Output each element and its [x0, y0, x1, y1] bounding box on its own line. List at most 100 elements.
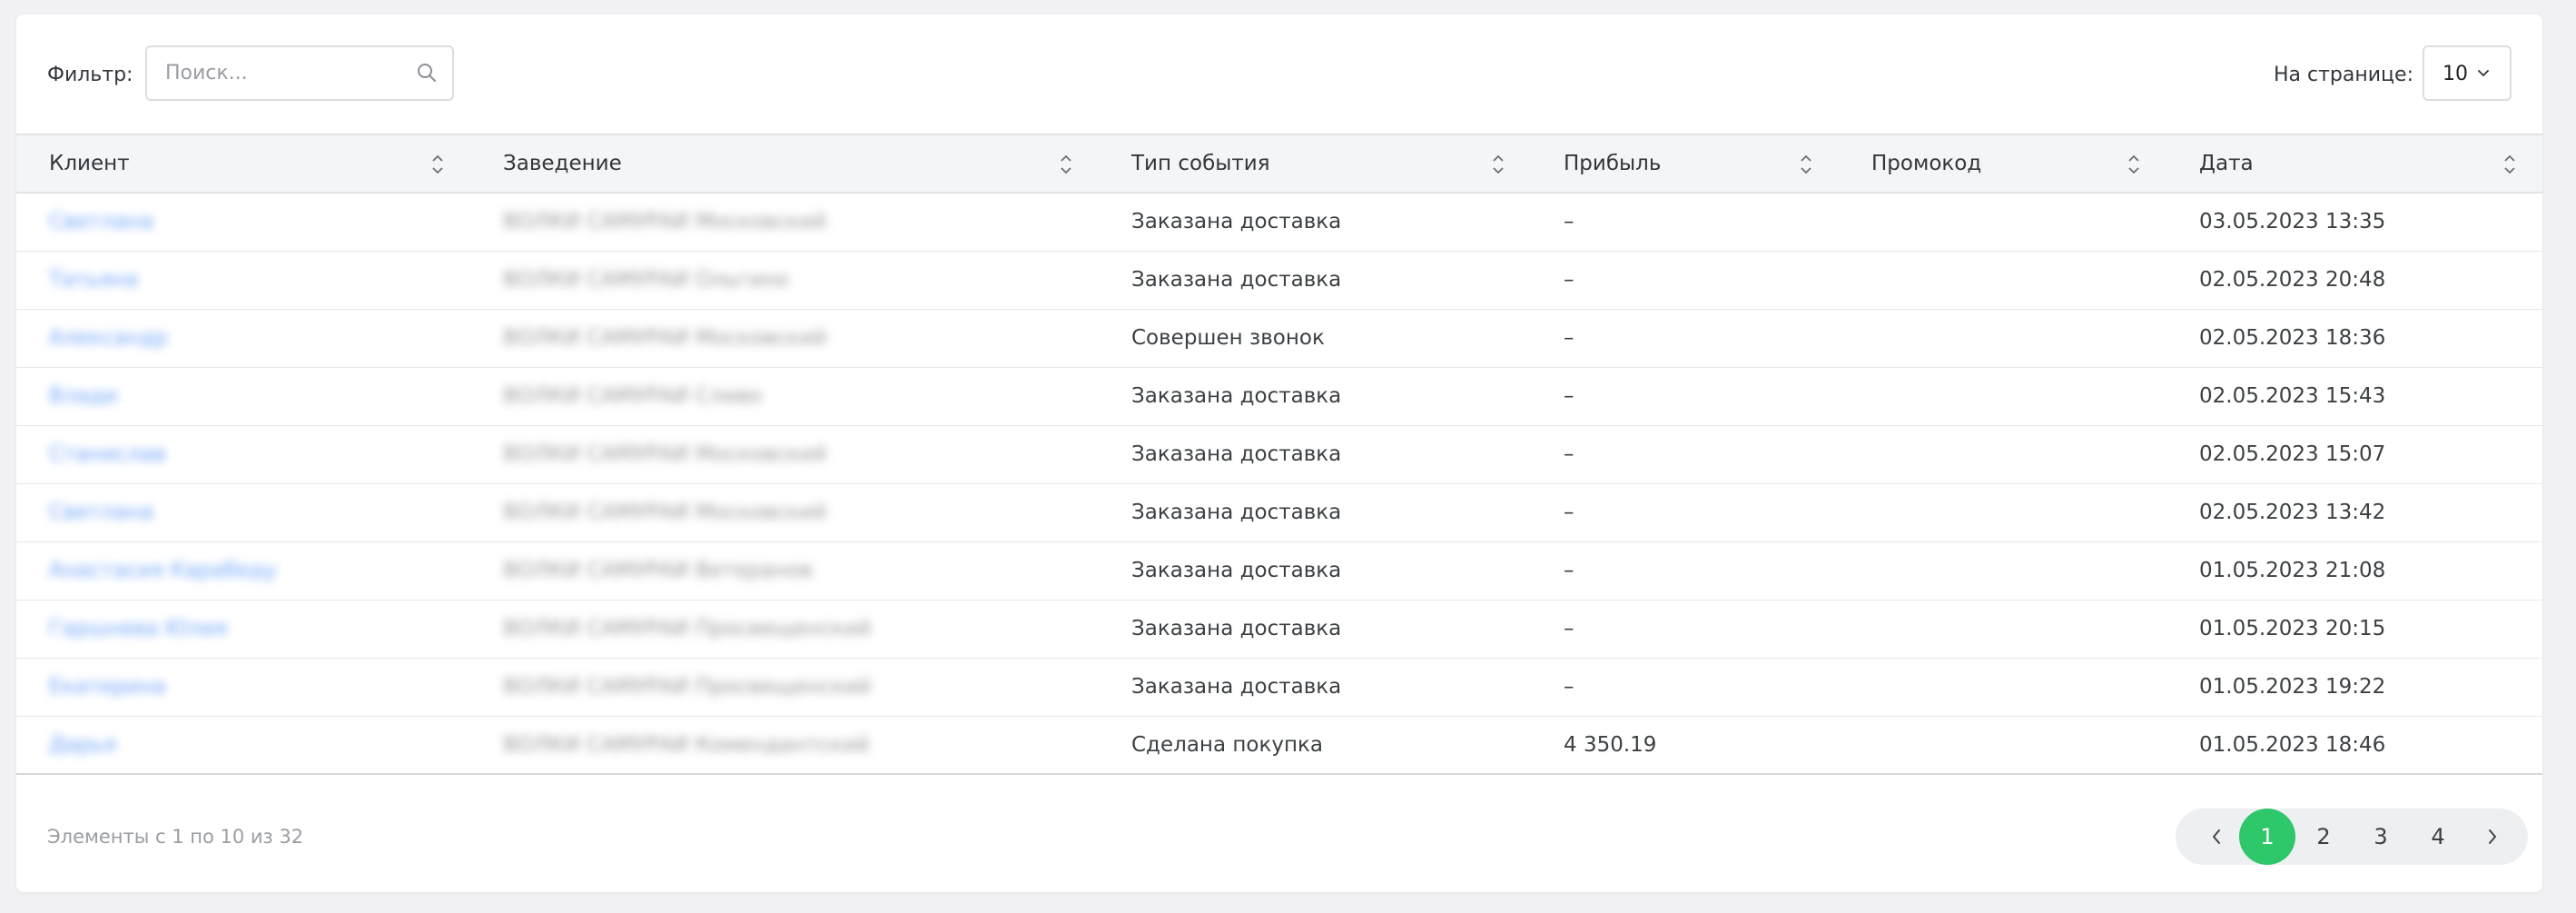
profit-cell: – — [1564, 617, 1574, 640]
client-cell: Дарья — [16, 716, 470, 774]
column-header-promo[interactable]: Промокод — [1839, 134, 2166, 193]
client-cell: Влади — [16, 367, 470, 425]
client-link[interactable]: Станислав — [49, 442, 166, 466]
sort-icon[interactable] — [1799, 152, 1813, 177]
client-link[interactable]: Анастасия Карабеду — [49, 559, 277, 582]
filter-label: Фильтр: — [47, 64, 133, 86]
table-toolbar: Фильтр: На странице: 10 — [16, 15, 2542, 134]
client-link[interactable]: Светлана — [49, 501, 153, 524]
sort-icon[interactable] — [2127, 152, 2141, 177]
profit-cell: 4 350.19 — [1564, 732, 1657, 757]
column-header-client[interactable]: Клиент — [16, 134, 470, 193]
client-cell: Александр — [16, 309, 470, 367]
event-type-cell: Заказана доставка — [1131, 501, 1342, 524]
column-header-venue[interactable]: Заведение — [470, 134, 1099, 193]
chevron-down-icon — [2478, 70, 2489, 76]
venue-cell: ВОЛКИ САМУРАИ Московский — [503, 210, 827, 234]
column-header-profit[interactable]: Прибыль — [1531, 134, 1839, 193]
client-cell: Светлана — [16, 193, 470, 251]
per-page-select[interactable]: 10 — [2423, 45, 2512, 101]
profit-cell: – — [1564, 675, 1574, 699]
page-button-2[interactable]: 2 — [2295, 809, 2352, 865]
profit-cell: – — [1564, 210, 1574, 234]
events-table-card: Фильтр: На странице: 10 Клиент Заведение — [16, 15, 2542, 892]
per-page-value: 10 — [2443, 63, 2468, 85]
table-row: Гаршнева Юлия ВОЛКИ САМУРАИ Просвещенски… — [16, 600, 2542, 658]
date-cell: 01.05.2023 20:15 — [2199, 617, 2386, 640]
promo-cell — [1839, 483, 2166, 541]
event-type-cell: Заказана доставка — [1131, 210, 1342, 234]
table-row: Влади ВОЛКИ САМУРАИ Сливо Заказана доста… — [16, 367, 2542, 425]
sort-icon[interactable] — [1491, 152, 1505, 177]
profit-cell: – — [1564, 442, 1574, 466]
table-header-row: Клиент Заведение Тип события Прибыль Про… — [16, 134, 2542, 193]
table-row: Татьяна ВОЛКИ САМУРАИ Ольгино Заказана д… — [16, 251, 2542, 309]
date-cell: 02.05.2023 18:36 — [2199, 326, 2386, 350]
page-button-3[interactable]: 3 — [2353, 809, 2409, 865]
venue-cell: ВОЛКИ САМУРАИ Московский — [503, 442, 827, 466]
client-link[interactable]: Светлана — [49, 210, 153, 233]
event-type-cell: Совершен звонок — [1131, 326, 1325, 350]
table-row: Дарья ВОЛКИ САМУРАИ Комендантский Сделан… — [16, 716, 2542, 774]
client-cell: Гаршнева Юлия — [16, 600, 470, 658]
event-type-cell: Заказана доставка — [1131, 442, 1342, 466]
search-input[interactable] — [165, 47, 410, 99]
sort-icon[interactable] — [1059, 152, 1073, 177]
pagination-info: Элементы с 1 по 10 из 32 — [47, 826, 304, 848]
search-icon[interactable] — [416, 62, 438, 84]
client-link[interactable]: Гаршнева Юлия — [49, 617, 227, 640]
client-link[interactable]: Татьяна — [49, 268, 138, 292]
client-cell: Станислав — [16, 425, 470, 483]
client-link[interactable]: Екатерина — [49, 675, 166, 699]
table-footer: Элементы с 1 по 10 из 32 1 2 3 4 — [16, 775, 2542, 892]
promo-cell — [1839, 251, 2166, 309]
table-row: Александр ВОЛКИ САМУРАИ Московский Совер… — [16, 309, 2542, 367]
chevron-right-icon — [2489, 829, 2496, 844]
client-cell: Татьяна — [16, 251, 470, 309]
promo-cell — [1839, 309, 2166, 367]
promo-cell — [1839, 716, 2166, 774]
venue-cell: ВОЛКИ САМУРАИ Московский — [503, 326, 827, 350]
sort-icon[interactable] — [2502, 152, 2517, 177]
promo-cell — [1839, 541, 2166, 600]
events-table: Клиент Заведение Тип события Прибыль Про… — [16, 134, 2542, 775]
date-cell: 02.05.2023 20:48 — [2199, 268, 2386, 292]
column-header-event-type[interactable]: Тип события — [1099, 134, 1531, 193]
date-cell: 02.05.2023 15:07 — [2199, 442, 2386, 466]
event-type-cell: Заказана доставка — [1131, 384, 1342, 408]
promo-cell — [1839, 600, 2166, 658]
profit-cell: – — [1564, 326, 1574, 350]
event-type-cell: Заказана доставка — [1131, 675, 1342, 699]
venue-cell: ВОЛКИ САМУРАИ Ольгино — [503, 268, 789, 292]
client-link[interactable]: Влади — [49, 384, 117, 408]
sort-icon[interactable] — [430, 152, 445, 177]
client-cell: Светлана — [16, 483, 470, 541]
event-type-cell: Заказана доставка — [1131, 268, 1342, 292]
column-header-date[interactable]: Дата — [2166, 134, 2542, 193]
pagination: 1 2 3 4 — [2176, 809, 2528, 865]
venue-cell: ВОЛКИ САМУРАИ Комендантский — [503, 732, 870, 757]
venue-cell: ВОЛКИ САМУРАИ Сливо — [503, 384, 763, 408]
client-cell: Анастасия Карабеду — [16, 541, 470, 600]
client-cell: Екатерина — [16, 658, 470, 716]
date-cell: 01.05.2023 19:22 — [2199, 675, 2386, 699]
event-type-cell: Заказана доставка — [1131, 559, 1342, 582]
per-page-label: На странице: — [2274, 64, 2413, 86]
page-button-1[interactable]: 1 — [2239, 809, 2295, 865]
venue-cell: ВОЛКИ САМУРАИ Просвещенский — [503, 617, 872, 640]
prev-page-button[interactable] — [2188, 809, 2245, 865]
client-link[interactable]: Дарья — [49, 733, 116, 757]
next-page-button[interactable] — [2464, 809, 2521, 865]
client-link[interactable]: Александр — [49, 326, 168, 350]
date-cell: 01.05.2023 21:08 — [2199, 559, 2386, 582]
profit-cell: – — [1564, 268, 1574, 292]
date-cell: 02.05.2023 13:42 — [2199, 501, 2386, 524]
table-row: Светлана ВОЛКИ САМУРАИ Московский Заказа… — [16, 193, 2542, 251]
profit-cell: – — [1564, 384, 1574, 408]
date-cell: 03.05.2023 13:35 — [2199, 210, 2386, 234]
date-cell: 02.05.2023 15:43 — [2199, 384, 2386, 408]
promo-cell — [1839, 367, 2166, 425]
chevron-left-icon — [2213, 829, 2220, 844]
search-box[interactable] — [145, 45, 454, 101]
page-button-4[interactable]: 4 — [2410, 809, 2466, 865]
